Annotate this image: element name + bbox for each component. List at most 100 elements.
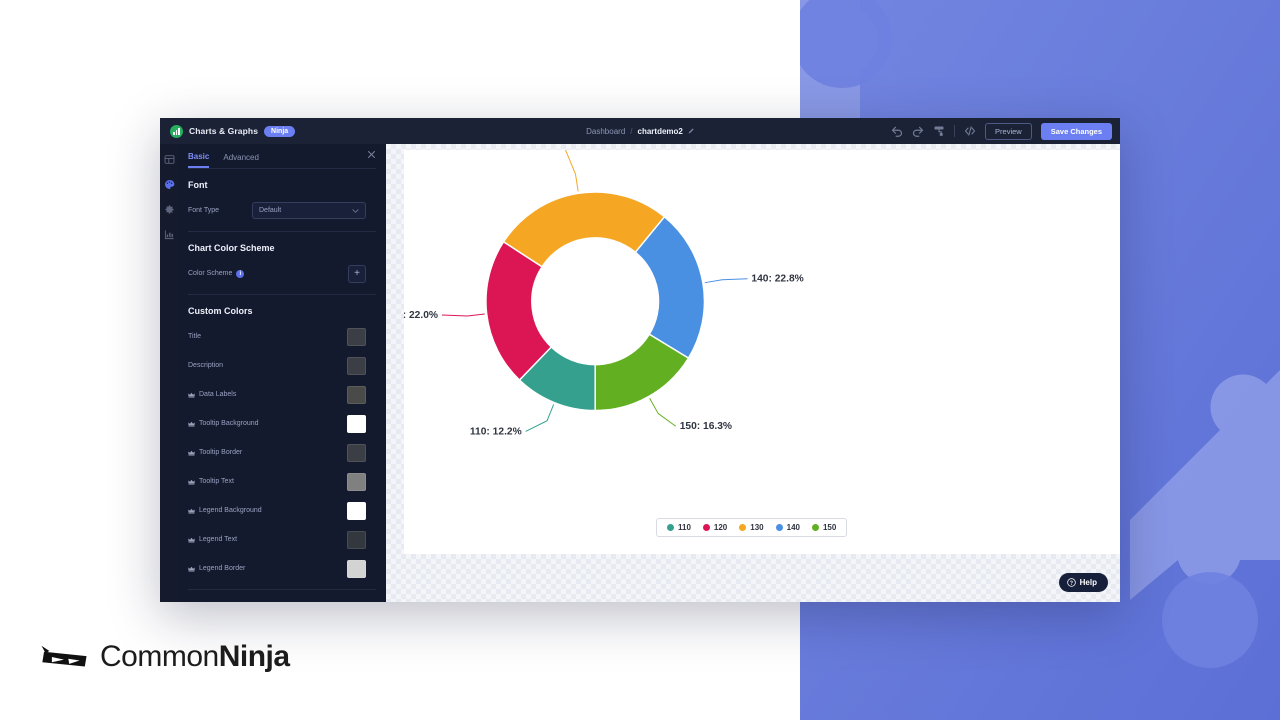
icon-rail <box>160 144 178 602</box>
custom-color-label-text: Legend Background <box>199 507 262 514</box>
legend-item[interactable]: 110 <box>667 523 691 532</box>
custom-color-label: Description <box>188 362 223 369</box>
leader-line <box>564 150 578 191</box>
custom-color-label-text: Legend Text <box>199 536 237 543</box>
section-title-color-scheme: Chart Color Scheme <box>178 232 386 259</box>
legend-label: 150 <box>823 523 836 532</box>
chevron-down-icon <box>352 209 359 213</box>
legend-item[interactable]: 150 <box>812 523 836 532</box>
crown-icon <box>188 508 195 514</box>
custom-color-row: Tooltip Background <box>178 409 386 438</box>
legend-color-dot <box>739 524 746 531</box>
legend-label: 110 <box>678 523 691 532</box>
window-body: Basic Advanced Font Font Type Default <box>160 144 1120 602</box>
custom-color-label-text: Tooltip Background <box>199 420 259 427</box>
preview-button[interactable]: Preview <box>985 123 1032 140</box>
close-icon[interactable] <box>367 150 376 159</box>
color-swatch[interactable] <box>347 502 366 520</box>
info-icon[interactable]: i <box>236 270 244 278</box>
custom-color-label: Data Labels <box>188 391 236 398</box>
chart-canvas: 110: 12.2%120: 22.0%130: 26.8%140: 22.8%… <box>404 150 1120 554</box>
app-brand: Charts & Graphs Ninja <box>170 125 295 138</box>
color-scheme-label-group: Color Scheme i <box>188 270 244 278</box>
gear-icon[interactable] <box>164 204 175 215</box>
section-title-custom-sizes: Custom Sizes <box>178 590 386 602</box>
custom-color-label-text: Tooltip Border <box>199 449 242 456</box>
top-bar: Charts & Graphs Ninja Dashboard / chartd… <box>160 118 1120 144</box>
grid-layout-icon[interactable] <box>164 154 175 165</box>
custom-color-label: Legend Background <box>188 507 262 514</box>
custom-color-row: Legend Border <box>178 554 386 583</box>
undo-icon[interactable] <box>891 125 903 137</box>
custom-color-row: Title <box>178 322 386 351</box>
legend-item[interactable]: 120 <box>703 523 727 532</box>
custom-color-label: Legend Text <box>188 536 237 543</box>
screenshot-root: Charts & Graphs Ninja Dashboard / chartd… <box>0 0 1280 720</box>
redo-icon[interactable] <box>912 125 924 137</box>
color-swatch[interactable] <box>347 386 366 404</box>
commonninja-wordmark: CommonNinja <box>100 642 290 672</box>
legend-item[interactable]: 140 <box>776 523 800 532</box>
crown-icon <box>188 392 195 398</box>
donut-chart-svg: 110: 12.2%120: 22.0%130: 26.8%140: 22.8%… <box>404 150 1120 554</box>
top-bar-actions: Preview Save Changes <box>891 123 1112 140</box>
tab-basic[interactable]: Basic <box>188 152 209 168</box>
breadcrumb-current: chartdemo2 <box>638 127 683 136</box>
color-swatch[interactable] <box>347 473 366 491</box>
palette-icon[interactable] <box>164 179 175 190</box>
app-title: Charts & Graphs <box>189 126 258 136</box>
data-label: 150: 16.3% <box>680 421 732 432</box>
question-circle-icon <box>1067 578 1076 587</box>
chart-legend: 110 120 130 140 150 <box>656 518 847 537</box>
canvas-area: 110: 12.2%120: 22.0%130: 26.8%140: 22.8%… <box>386 144 1120 602</box>
pencil-icon[interactable] <box>688 128 694 134</box>
color-swatch[interactable] <box>347 328 366 346</box>
breadcrumb-root[interactable]: Dashboard <box>586 127 625 136</box>
custom-color-label: Legend Border <box>188 565 245 572</box>
font-type-select[interactable]: Default <box>252 202 366 219</box>
paint-roller-icon[interactable] <box>933 125 945 137</box>
crown-icon <box>188 421 195 427</box>
legend-item[interactable]: 130 <box>739 523 763 532</box>
row-color-scheme: Color Scheme i + <box>178 259 386 288</box>
color-swatch[interactable] <box>347 531 366 549</box>
data-label: 140: 22.8% <box>751 274 803 285</box>
custom-color-row: Description <box>178 351 386 380</box>
row-font-type: Font Type Default <box>178 196 386 225</box>
commonninja-logo: CommonNinja <box>38 642 290 672</box>
add-color-scheme-button[interactable]: + <box>348 265 366 283</box>
custom-color-row: Data Labels <box>178 380 386 409</box>
custom-color-row: Legend Text <box>178 525 386 554</box>
settings-panel: Basic Advanced Font Font Type Default <box>178 144 386 602</box>
custom-color-label-text: Legend Border <box>199 565 245 572</box>
font-type-value: Default <box>259 207 281 214</box>
leader-line <box>526 404 554 431</box>
data-label: 120: 22.0% <box>404 310 438 321</box>
donut-slices <box>486 192 705 411</box>
app-window: Charts & Graphs Ninja Dashboard / chartd… <box>160 118 1120 602</box>
section-title-custom-colors: Custom Colors <box>178 295 386 322</box>
save-changes-button[interactable]: Save Changes <box>1041 123 1112 140</box>
code-brackets-icon[interactable] <box>964 125 976 137</box>
legend-color-dot <box>776 524 783 531</box>
tab-advanced[interactable]: Advanced <box>223 153 259 167</box>
help-button[interactable]: Help <box>1059 573 1108 592</box>
crown-icon <box>188 537 195 543</box>
custom-color-label: Title <box>188 333 201 340</box>
custom-color-row: Tooltip Border <box>178 438 386 467</box>
panel-tab-bar: Basic Advanced <box>178 144 386 168</box>
leader-line <box>442 314 485 316</box>
data-label: 130: 26.8% <box>508 150 560 152</box>
custom-color-label-text: Tooltip Text <box>199 478 234 485</box>
crown-icon <box>188 566 195 572</box>
bar-chart-logo-icon <box>170 125 183 138</box>
color-swatch[interactable] <box>347 415 366 433</box>
plan-badge: Ninja <box>264 126 295 137</box>
bar-chart-icon[interactable] <box>164 229 175 240</box>
custom-color-label: Tooltip Border <box>188 449 242 456</box>
color-swatch[interactable] <box>347 357 366 375</box>
custom-color-label-text: Title <box>188 333 201 340</box>
leader-line <box>650 398 676 426</box>
color-swatch[interactable] <box>347 444 366 462</box>
color-swatch[interactable] <box>347 560 366 578</box>
